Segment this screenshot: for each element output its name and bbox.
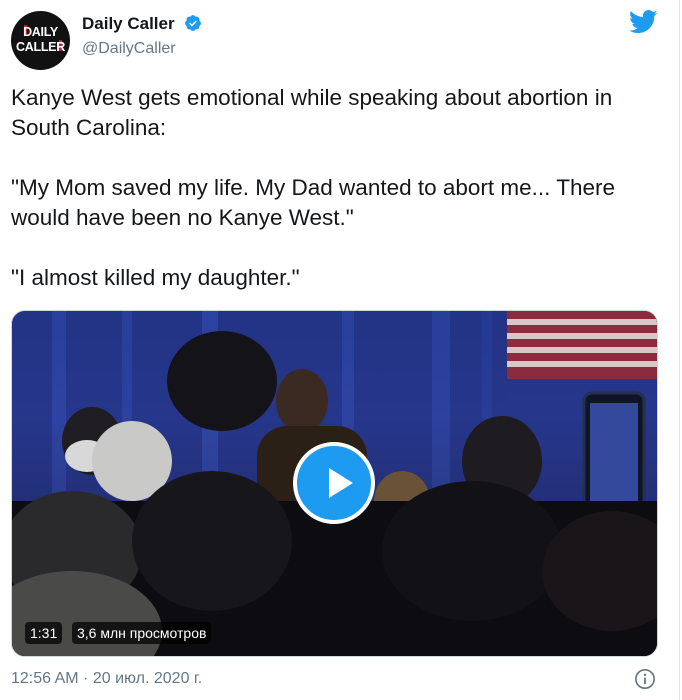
tweet-card: DAILY CALLER Daily Caller @DailyCaller K… [0,0,680,700]
info-icon[interactable] [634,668,656,690]
tweet-paragraph: "I almost killed my daughter." [11,265,300,290]
tweet-text: Kanye West gets emotional while speaking… [11,83,661,293]
play-button[interactable] [293,442,375,524]
video-duration: 1:31 [25,622,63,644]
avatar[interactable]: DAILY CALLER [11,11,70,70]
avatar-logo-line2: CALLER [16,40,65,54]
avatar-logo-line1: DAILY [23,25,58,39]
account-handle[interactable]: @DailyCaller [82,40,176,58]
account-name[interactable]: Daily Caller [82,14,175,34]
verified-badge-icon [185,15,201,31]
twitter-bird-icon[interactable] [628,10,659,34]
tweet-timestamp[interactable]: 12:56 AM · 20 июл. 2020 г. [11,670,202,688]
tweet-paragraph: Kanye West gets emotional while speaking… [11,85,613,140]
tweet-paragraph: "My Mom saved my life. My Dad wanted to … [11,175,616,230]
video-view-count: 3,6 млн просмотров [72,622,212,644]
play-icon [329,468,353,498]
